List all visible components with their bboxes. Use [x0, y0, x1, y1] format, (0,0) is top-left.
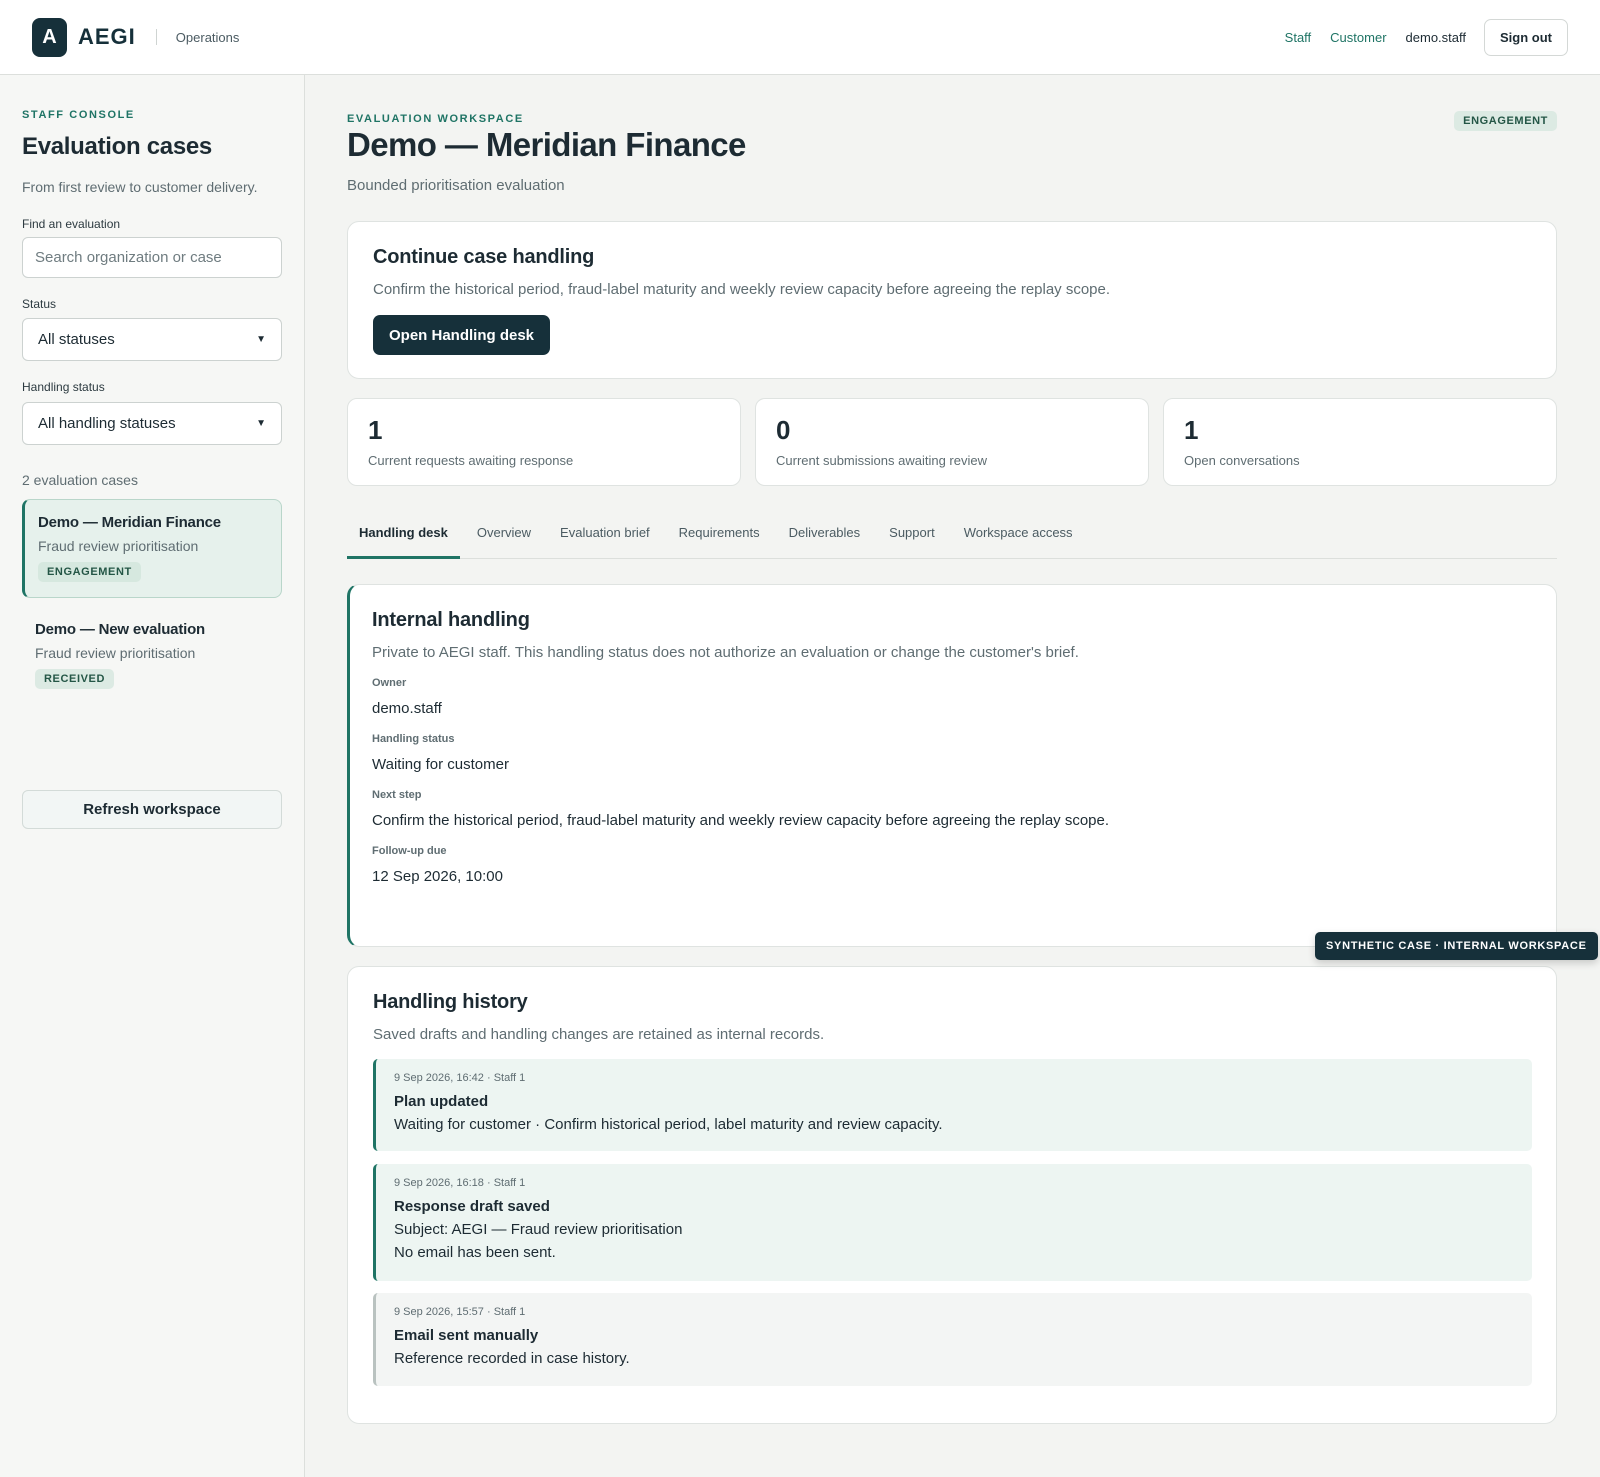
status-badge: RECEIVED	[35, 669, 115, 689]
next-step-label: Next step	[372, 789, 422, 801]
page-title: Demo — Meridian Finance	[347, 126, 746, 163]
handling-status-select[interactable]: All handling statuses ▼	[22, 402, 282, 445]
case-name: Demo — New evaluation	[35, 621, 206, 638]
next-step-value: Confirm the historical period, fraud-lab…	[372, 812, 1110, 829]
status-badge: ENGAGEMENT	[1454, 111, 1557, 131]
card-text: Private to AEGI staff. This handling sta…	[372, 644, 1079, 661]
case-type: Fraud review prioritisation	[35, 645, 196, 661]
follow-up-value: 12 Sep 2026, 10:00	[372, 868, 503, 885]
case-item[interactable]: Demo — Meridian Finance Fraud review pri…	[22, 499, 282, 598]
current-user: demo.staff	[1405, 29, 1466, 45]
status-label: Status	[22, 297, 57, 311]
sidebar-subtitle: From first review to customer delivery.	[22, 179, 258, 195]
stat-value: 1	[368, 415, 383, 445]
chevron-down-icon: ▼	[256, 334, 266, 345]
card-title: Handling history	[373, 991, 528, 1013]
sidebar-title: Evaluation cases	[22, 133, 212, 160]
top-nav: Staff Customer demo.staff Sign out	[1266, 18, 1568, 56]
entry-title: Plan updated	[394, 1093, 489, 1110]
nav-link-customer[interactable]: Customer	[1330, 30, 1386, 45]
continue-handling-card: Continue case handling Confirm the histo…	[347, 221, 1557, 379]
search-label: Find an evaluation	[22, 217, 121, 231]
entry-text: Waiting for customer · Confirm historica…	[394, 1116, 943, 1133]
brand-name[interactable]: AEGI	[78, 24, 136, 50]
tab-workspace-access[interactable]: Workspace access	[952, 516, 1085, 559]
page-subtitle: Bounded prioritisation evaluation	[347, 177, 565, 194]
logo-mark[interactable]: A	[32, 17, 67, 57]
card-text: Saved drafts and handling changes are re…	[373, 1026, 825, 1043]
card-text: Confirm the historical period, fraud-lab…	[373, 281, 1111, 298]
tab-overview[interactable]: Overview	[465, 516, 543, 559]
history-entry: 9 Sep 2026, 16:42 · Staff 1 Plan updated…	[373, 1059, 1532, 1151]
tab-handling-desk[interactable]: Handling desk	[347, 516, 460, 559]
entry-title: Email sent manually	[394, 1327, 539, 1344]
sign-out-button[interactable]: Sign out	[1484, 18, 1568, 56]
case-name: Demo — Meridian Finance	[38, 514, 221, 531]
chevron-down-icon: ▼	[256, 418, 266, 429]
stat-label: Open conversations	[1184, 453, 1300, 468]
top-bar: A AEGI Operations Staff Customer demo.st…	[0, 0, 1600, 75]
case-item[interactable]: Demo — New evaluation Fraud review prior…	[22, 607, 282, 699]
stat-value: 0	[776, 415, 791, 445]
status-badge: ENGAGEMENT	[38, 562, 141, 582]
case-count: 2 evaluation cases	[22, 472, 138, 488]
tab-deliverables[interactable]: Deliverables	[777, 516, 873, 559]
handling-status-label: Handling status	[372, 733, 455, 745]
entry-meta: 9 Sep 2026, 16:42 · Staff 1	[394, 1072, 526, 1084]
handling-history-card: Handling history Saved drafts and handli…	[347, 966, 1557, 1424]
tab-bar: Handling desk Overview Evaluation brief …	[347, 516, 1557, 559]
sidebar-eyebrow: STAFF CONSOLE	[22, 109, 135, 121]
handling-status-select-value: All handling statuses	[38, 415, 176, 432]
owner-label: Owner	[372, 677, 407, 689]
nav-link-staff[interactable]: Staff	[1285, 30, 1312, 45]
entry-meta: 9 Sep 2026, 16:18 · Staff 1	[394, 1177, 526, 1189]
environment-pill: SYNTHETIC CASE · INTERNAL WORKSPACE	[1315, 932, 1598, 960]
open-handling-desk-button[interactable]: Open Handling desk	[373, 315, 551, 355]
handling-status-value: Waiting for customer	[372, 756, 509, 773]
tab-requirements[interactable]: Requirements	[667, 516, 772, 559]
follow-up-label: Follow-up due	[372, 845, 447, 857]
workspace-eyebrow: EVALUATION WORKSPACE	[347, 113, 524, 125]
owner-value: demo.staff	[372, 700, 442, 717]
status-select[interactable]: All statuses ▼	[22, 318, 282, 361]
status-select-value: All statuses	[38, 331, 115, 348]
stat-card: 1 Current requests awaiting response	[347, 398, 741, 486]
entry-title: Response draft saved	[394, 1198, 550, 1215]
handling-status-label: Handling status	[22, 380, 105, 394]
tab-evaluation-brief[interactable]: Evaluation brief	[548, 516, 662, 559]
search-input[interactable]	[22, 237, 282, 278]
internal-handling-card: Internal handling Private to AEGI staff.…	[347, 584, 1557, 947]
refresh-workspace-button[interactable]: Refresh workspace	[22, 790, 282, 829]
entry-text: Subject: AEGI — Fraud review prioritisat…	[394, 1221, 683, 1238]
entry-text: No email has been sent.	[394, 1244, 556, 1261]
entry-text: Reference recorded in case history.	[394, 1350, 630, 1367]
history-entry: 9 Sep 2026, 16:18 · Staff 1 Response dra…	[373, 1164, 1532, 1281]
stat-card: 0 Current submissions awaiting review	[755, 398, 1149, 486]
sidebar: STAFF CONSOLE Evaluation cases From firs…	[0, 75, 305, 1477]
entry-meta: 9 Sep 2026, 15:57 · Staff 1	[394, 1306, 526, 1318]
stat-card: 1 Open conversations	[1163, 398, 1557, 486]
stat-label: Current requests awaiting response	[368, 453, 574, 468]
tab-support[interactable]: Support	[877, 516, 947, 559]
section-label: Operations	[175, 29, 240, 45]
stat-value: 1	[1184, 415, 1199, 445]
divider	[155, 29, 157, 45]
history-entry: 9 Sep 2026, 15:57 · Staff 1 Email sent m…	[373, 1293, 1532, 1386]
card-title: Internal handling	[372, 609, 530, 631]
stat-label: Current submissions awaiting review	[776, 453, 987, 468]
card-title: Continue case handling	[373, 246, 595, 268]
case-type: Fraud review prioritisation	[38, 538, 199, 554]
